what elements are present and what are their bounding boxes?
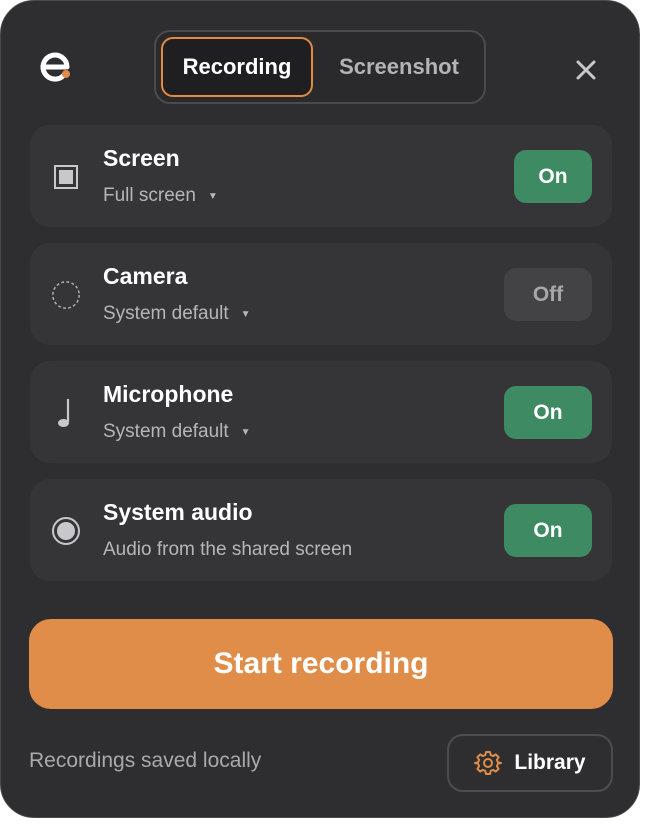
- caret-down-icon: ▼: [240, 426, 251, 438]
- screen-toggle[interactable]: On: [514, 150, 592, 203]
- close-icon[interactable]: [575, 59, 597, 81]
- microphone-icon: [50, 397, 82, 429]
- microphone-toggle[interactable]: On: [504, 386, 592, 439]
- screen-icon: [50, 161, 82, 193]
- source-subtitle: System default: [103, 303, 229, 324]
- source-row-microphone: Microphone System default ▼ On: [30, 361, 612, 463]
- source-row-screen: Screen Full screen ▼ On: [30, 125, 612, 227]
- source-title: System audio: [103, 499, 253, 525]
- camera-toggle[interactable]: Off: [504, 268, 592, 321]
- source-title: Microphone: [103, 381, 234, 407]
- caret-down-icon: ▼: [207, 190, 218, 202]
- source-title: Camera: [103, 263, 188, 289]
- source-subtitle: Audio from the shared screen: [103, 539, 353, 560]
- app-logo-icon: [37, 49, 73, 85]
- save-location-status: Recordings saved locally: [29, 749, 262, 772]
- source-title: Screen: [103, 145, 180, 171]
- tab-recording[interactable]: Recording: [161, 37, 313, 97]
- source-row-system-audio: System audio Audio from the shared scree…: [30, 479, 612, 581]
- source-dropdown[interactable]: System default ▼: [103, 421, 251, 443]
- source-row-camera: Camera System default ▼ Off: [30, 243, 612, 345]
- tab-screenshot[interactable]: Screenshot: [316, 37, 482, 97]
- start-recording-button[interactable]: Start recording: [29, 619, 613, 709]
- camera-icon: [50, 279, 82, 311]
- source-subtitle: System default: [103, 421, 229, 442]
- system-audio-toggle[interactable]: On: [504, 504, 592, 557]
- caret-down-icon: ▼: [240, 308, 251, 320]
- recorder-window: Recording Screenshot Screen Full screen …: [0, 0, 640, 818]
- gear-icon: [474, 751, 503, 775]
- source-dropdown[interactable]: Full screen ▼: [103, 185, 218, 207]
- library-label: Library: [514, 751, 586, 774]
- source-dropdown[interactable]: System default ▼: [103, 303, 251, 325]
- library-button[interactable]: Library: [447, 734, 613, 792]
- mode-switch: Recording Screenshot: [154, 30, 486, 104]
- system-audio-icon: [50, 515, 82, 547]
- source-subtitle: Full screen: [103, 185, 196, 206]
